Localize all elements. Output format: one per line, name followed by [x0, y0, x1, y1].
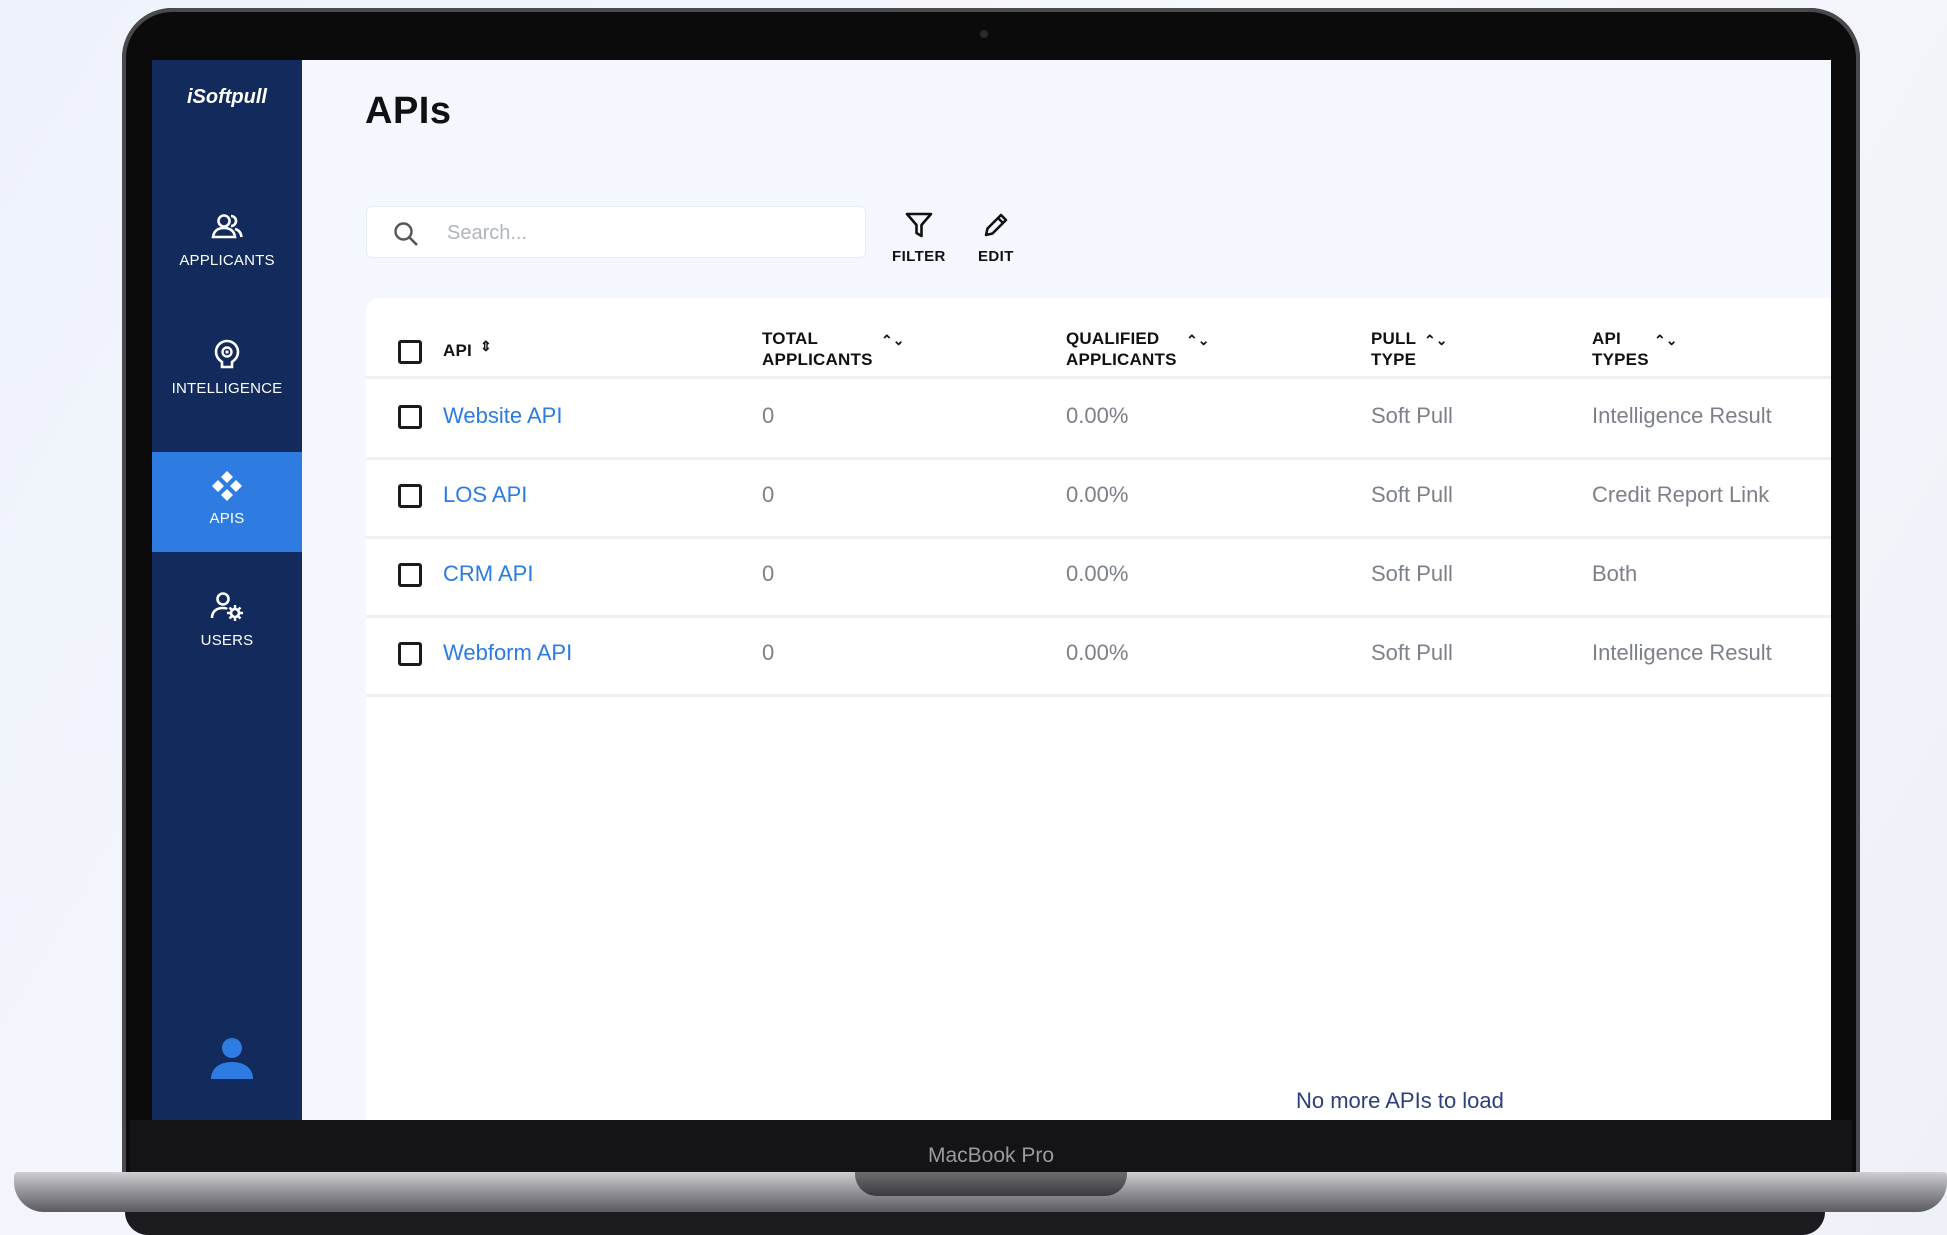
- api-link[interactable]: CRM API: [443, 561, 533, 587]
- sidebar-item-applicants[interactable]: APPLICANTS: [152, 212, 302, 312]
- sidebar-item-users[interactable]: USERS: [152, 590, 302, 690]
- table-row[interactable]: LOS API 0 0.00% Soft Pull Credit Report …: [366, 458, 1831, 539]
- column-header-label: APPLICANTS: [1066, 350, 1177, 369]
- column-header-pull-type[interactable]: PULL TYPE: [1371, 328, 1416, 370]
- sidebar-item-apis[interactable]: APIS: [152, 452, 302, 552]
- app-screen: iSoftpull APPLICANTS INTELLIGENCE APIS U…: [152, 60, 1831, 1120]
- table-header: API ⇕ TOTAL APPLICANTS ⌃⌄ QUALIFIED APPL…: [366, 298, 1831, 379]
- row-checkbox[interactable]: [398, 484, 422, 508]
- user-settings-icon: [210, 592, 243, 621]
- pull-type-cell: Soft Pull: [1371, 482, 1453, 507]
- camera: [980, 30, 988, 38]
- column-header-label: TOTAL: [762, 329, 819, 348]
- table-row[interactable]: Webform API 0 0.00% Soft Pull Intelligen…: [366, 616, 1831, 697]
- table-row[interactable]: CRM API 0 0.00% Soft Pull Both: [366, 537, 1831, 618]
- api-diamond-icon: [212, 471, 242, 501]
- edit-button[interactable]: EDIT: [978, 210, 1014, 265]
- search-bar[interactable]: [366, 206, 866, 258]
- pull-type-cell: Soft Pull: [1371, 640, 1453, 665]
- qualified-applicants-cell: 0.00%: [1066, 561, 1129, 586]
- filter-button[interactable]: FILTER: [892, 210, 946, 265]
- people-icon: [211, 214, 243, 239]
- sort-icon[interactable]: ⌃⌄: [1654, 332, 1677, 349]
- row-checkbox[interactable]: [398, 405, 422, 429]
- sort-icon[interactable]: ⌃⌄: [1186, 332, 1209, 349]
- api-types-cell: Intelligence Result: [1592, 640, 1772, 665]
- sidebar-item-intelligence[interactable]: INTELLIGENCE: [152, 338, 302, 438]
- apis-table: API ⇕ TOTAL APPLICANTS ⌃⌄ QUALIFIED APPL…: [366, 298, 1831, 1120]
- no-more-apis-message: No more APIs to load: [1296, 1088, 1504, 1113]
- column-header-label: API: [1592, 329, 1621, 348]
- api-types-cell: Credit Report Link: [1592, 482, 1770, 507]
- laptop-foot: [125, 1212, 1825, 1235]
- pull-type-cell: Soft Pull: [1371, 403, 1453, 428]
- column-header-label: TYPE: [1371, 350, 1417, 369]
- api-types-cell: Both: [1592, 561, 1638, 586]
- device-label: MacBook Pro: [927, 1144, 1055, 1167]
- column-header-qualified-applicants[interactable]: QUALIFIED APPLICANTS: [1066, 328, 1177, 370]
- column-header-api-types[interactable]: API TYPES: [1592, 328, 1649, 370]
- column-header-api[interactable]: API: [443, 340, 472, 361]
- column-header-total-applicants[interactable]: TOTAL APPLICANTS: [762, 328, 873, 370]
- row-checkbox[interactable]: [398, 642, 422, 666]
- api-link[interactable]: Website API: [443, 403, 562, 429]
- column-header-label: TYPES: [1592, 350, 1649, 369]
- api-link[interactable]: Webform API: [443, 640, 572, 666]
- page-title: APIs: [365, 90, 452, 132]
- column-header-label: API: [443, 341, 472, 360]
- api-types-cell: Intelligence Result: [1592, 403, 1772, 428]
- row-checkbox[interactable]: [398, 563, 422, 587]
- column-header-label: PULL: [1371, 329, 1417, 348]
- sort-icon[interactable]: ⌃⌄: [881, 332, 904, 349]
- edit-label: EDIT: [978, 248, 1014, 265]
- column-header-label: QUALIFIED: [1066, 329, 1160, 348]
- column-header-label: APPLICANTS: [762, 350, 873, 369]
- sort-icon[interactable]: ⇕: [480, 338, 492, 355]
- pull-type-cell: Soft Pull: [1371, 561, 1453, 586]
- total-applicants-cell: 0: [762, 561, 775, 586]
- brain-icon: [214, 339, 240, 369]
- laptop-chin: MacBook Pro: [130, 1120, 1852, 1172]
- app-logo: iSoftpull: [187, 86, 267, 108]
- sidebar-item-label: INTELLIGENCE: [171, 380, 283, 397]
- search-input[interactable]: [445, 215, 849, 251]
- main-content: APIs FILTER EDIT: [302, 60, 1831, 1120]
- search-icon: [394, 222, 418, 246]
- sidebar: iSoftpull APPLICANTS INTELLIGENCE APIS U…: [152, 60, 302, 1120]
- filter-label: FILTER: [892, 248, 946, 265]
- pencil-icon: [984, 213, 1008, 237]
- table-row[interactable]: Website API 0 0.00% Soft Pull Intelligen…: [366, 379, 1831, 460]
- filter-icon: [905, 212, 933, 238]
- sidebar-item-label: USERS: [200, 632, 254, 649]
- total-applicants-cell: 0: [762, 482, 775, 507]
- api-link[interactable]: LOS API: [443, 482, 527, 508]
- sidebar-item-label: APPLICANTS: [179, 252, 275, 269]
- qualified-applicants-cell: 0.00%: [1066, 640, 1129, 665]
- profile-button[interactable]: [209, 1035, 255, 1086]
- total-applicants-cell: 0: [762, 403, 775, 428]
- laptop-notch: [855, 1172, 1127, 1196]
- person-icon: [211, 1038, 253, 1079]
- sort-icon[interactable]: ⌃⌄: [1424, 332, 1447, 349]
- select-all-checkbox[interactable]: [398, 340, 422, 364]
- total-applicants-cell: 0: [762, 640, 775, 665]
- qualified-applicants-cell: 0.00%: [1066, 403, 1129, 428]
- qualified-applicants-cell: 0.00%: [1066, 482, 1129, 507]
- sidebar-item-label: APIS: [209, 510, 245, 527]
